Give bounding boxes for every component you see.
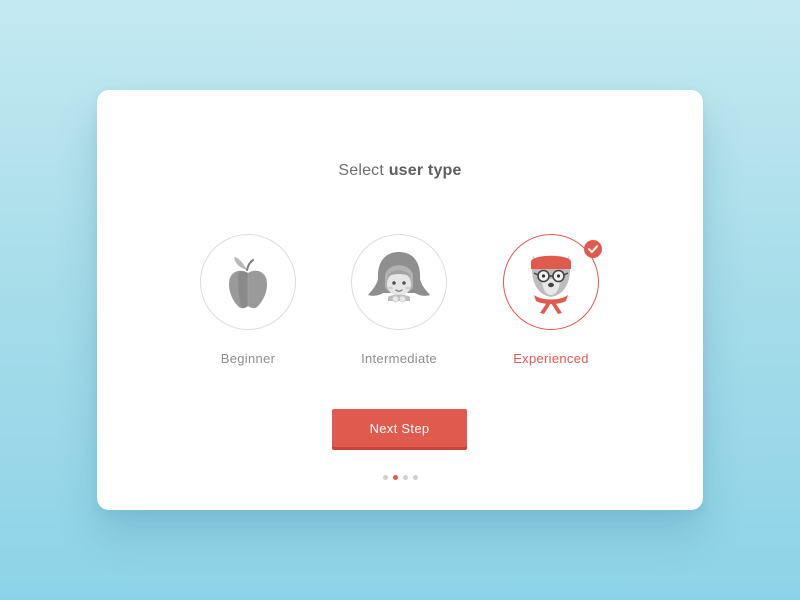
option-label: Beginner [220,351,276,366]
check-icon [588,245,598,253]
red-riding-hood-avatar-icon [368,252,430,303]
option-label: Experienced [513,351,589,366]
pagination-dot-active[interactable] [392,475,398,480]
apple-icon [228,257,268,309]
option-circle[interactable] [503,234,602,330]
pagination-dot[interactable] [382,475,388,480]
pagination-dots [97,475,703,480]
next-step-button[interactable]: Next Step [332,409,467,447]
option-experienced[interactable]: Experienced [476,234,626,366]
selected-check-badge [584,240,602,258]
option-label: Intermediate [361,351,437,366]
pagination-dot[interactable] [402,475,408,480]
page-title: Select user type [97,162,703,180]
option-circle[interactable] [200,234,296,330]
option-circle[interactable] [351,234,447,330]
user-type-card: Select user type Beginner Intermediate E… [97,90,703,510]
option-beginner[interactable]: Beginner [173,234,323,366]
title-bold: user type [388,162,462,179]
title-prefix: Select [338,162,385,179]
pagination-dot[interactable] [412,475,418,480]
option-intermediate[interactable]: Intermediate [324,234,474,366]
